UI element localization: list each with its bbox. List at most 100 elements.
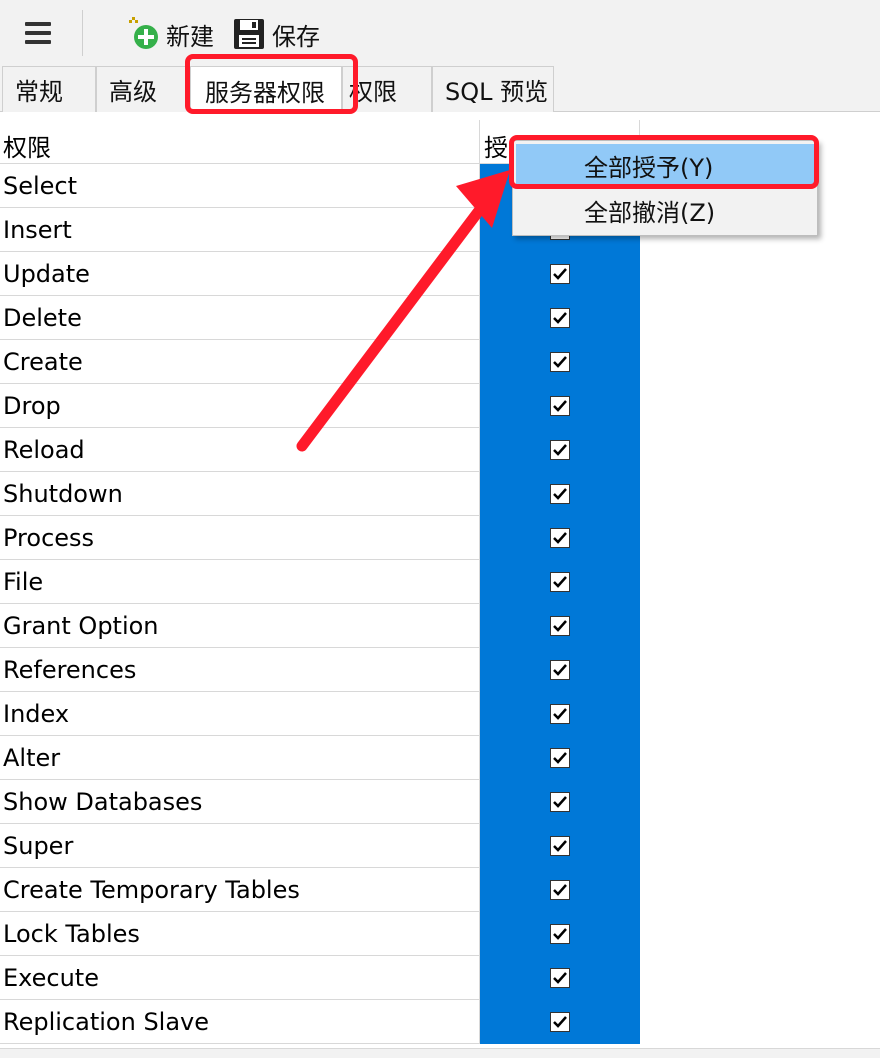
grant-checkbox[interactable] bbox=[550, 704, 570, 724]
grant-checkbox[interactable] bbox=[550, 836, 570, 856]
privilege-row[interactable]: Show Databases bbox=[0, 780, 640, 824]
toolbar-separator bbox=[82, 10, 83, 56]
privilege-name: Select bbox=[3, 172, 78, 200]
grant-cell[interactable] bbox=[479, 384, 640, 428]
grant-all-menu-item[interactable]: 全部授予(Y) bbox=[516, 144, 814, 186]
grant-cell[interactable] bbox=[479, 472, 640, 516]
privilege-name: Insert bbox=[3, 216, 72, 244]
tab-sql-preview[interactable]: SQL 预览 bbox=[432, 66, 554, 112]
grant-checkbox[interactable] bbox=[550, 352, 570, 372]
privilege-row[interactable]: Create bbox=[0, 340, 640, 384]
grant-cell[interactable] bbox=[479, 692, 640, 736]
checkmark-icon bbox=[553, 312, 567, 324]
grant-checkbox[interactable] bbox=[550, 528, 570, 548]
tab-privileges[interactable]: 权限 bbox=[342, 66, 432, 112]
grant-checkbox[interactable] bbox=[550, 396, 570, 416]
tab-label: SQL 预览 bbox=[445, 78, 549, 106]
privilege-name: Process bbox=[3, 524, 95, 552]
tab-label: 常规 bbox=[15, 78, 63, 106]
privileges-grid: 权限 授 Select Insert Update Delete Create Drop R… bbox=[0, 120, 640, 1044]
checkmark-icon bbox=[553, 400, 567, 412]
revoke-all-menu-item[interactable]: 全部撤消(Z) bbox=[516, 189, 814, 231]
checkmark-icon bbox=[553, 752, 567, 764]
grant-cell[interactable] bbox=[479, 296, 640, 340]
new-button-label: 新建 bbox=[166, 22, 214, 51]
grant-cell[interactable] bbox=[479, 736, 640, 780]
privilege-row[interactable]: Reload bbox=[0, 428, 640, 472]
privilege-name: Show Databases bbox=[3, 788, 203, 816]
checkmark-icon bbox=[553, 576, 567, 588]
privilege-row[interactable]: File bbox=[0, 560, 640, 604]
checkmark-icon bbox=[553, 1016, 567, 1028]
grant-cell[interactable] bbox=[479, 428, 640, 472]
privilege-row[interactable]: Index bbox=[0, 692, 640, 736]
privilege-row[interactable]: Lock Tables bbox=[0, 912, 640, 956]
privilege-row[interactable]: Alter bbox=[0, 736, 640, 780]
privilege-row[interactable]: Execute bbox=[0, 956, 640, 1000]
grant-checkbox[interactable] bbox=[550, 660, 570, 680]
checkmark-icon bbox=[553, 796, 567, 808]
checkmark-icon bbox=[553, 356, 567, 368]
privilege-name: Replication Slave bbox=[3, 1008, 210, 1036]
column-header-privilege[interactable]: 权限 bbox=[3, 128, 51, 163]
grant-checkbox[interactable] bbox=[550, 924, 570, 944]
save-button[interactable]: 保存 bbox=[232, 14, 320, 54]
privilege-row[interactable]: Delete bbox=[0, 296, 640, 340]
privilege-row[interactable]: Super bbox=[0, 824, 640, 868]
checkmark-icon bbox=[553, 532, 567, 544]
privilege-row[interactable]: Replication Slave bbox=[0, 1000, 640, 1044]
grant-cell[interactable] bbox=[479, 560, 640, 604]
privilege-name: Lock Tables bbox=[3, 920, 140, 948]
privilege-row[interactable]: Shutdown bbox=[0, 472, 640, 516]
grant-cell[interactable] bbox=[479, 340, 640, 384]
privilege-name: References bbox=[3, 656, 137, 684]
checkmark-icon bbox=[553, 972, 567, 984]
grant-cell[interactable] bbox=[479, 648, 640, 692]
grant-checkbox[interactable] bbox=[550, 572, 570, 592]
privilege-row[interactable]: Process bbox=[0, 516, 640, 560]
grant-checkbox[interactable] bbox=[550, 308, 570, 328]
checkmark-icon bbox=[553, 444, 567, 456]
checkmark-icon bbox=[553, 664, 567, 676]
privilege-row[interactable]: Grant Option bbox=[0, 604, 640, 648]
tab-advanced[interactable]: 高级 bbox=[96, 66, 190, 112]
grant-cell[interactable] bbox=[479, 252, 640, 296]
privilege-name: Execute bbox=[3, 964, 99, 992]
grant-checkbox[interactable] bbox=[550, 1012, 570, 1032]
privilege-name: Delete bbox=[3, 304, 82, 332]
new-button[interactable]: 新建 bbox=[126, 14, 214, 54]
grid-rows: Select Insert Update Delete Create Drop Reload… bbox=[0, 164, 640, 1044]
save-button-label: 保存 bbox=[272, 22, 320, 51]
tab-general[interactable]: 常规 bbox=[2, 66, 96, 112]
grant-cell[interactable] bbox=[479, 956, 640, 1000]
privilege-name: Create Temporary Tables bbox=[3, 876, 300, 904]
tab-server-privileges[interactable]: 服务器权限 bbox=[190, 66, 342, 113]
grant-checkbox[interactable] bbox=[550, 880, 570, 900]
grant-cell[interactable] bbox=[479, 516, 640, 560]
grant-checkbox[interactable] bbox=[550, 264, 570, 284]
privilege-name: Drop bbox=[3, 392, 61, 420]
grant-checkbox[interactable] bbox=[550, 792, 570, 812]
grant-checkbox[interactable] bbox=[550, 616, 570, 636]
grant-cell[interactable] bbox=[479, 780, 640, 824]
grant-cell[interactable] bbox=[479, 868, 640, 912]
privilege-name: Reload bbox=[3, 436, 85, 464]
grant-cell[interactable] bbox=[479, 912, 640, 956]
privilege-row[interactable]: References bbox=[0, 648, 640, 692]
checkmark-icon bbox=[553, 840, 567, 852]
grant-cell[interactable] bbox=[479, 604, 640, 648]
hamburger-menu-icon[interactable] bbox=[14, 12, 62, 56]
privilege-row[interactable]: Update bbox=[0, 252, 640, 296]
privilege-row[interactable]: Drop bbox=[0, 384, 640, 428]
privilege-name: Super bbox=[3, 832, 74, 860]
add-new-icon bbox=[129, 17, 158, 49]
grant-checkbox[interactable] bbox=[550, 968, 570, 988]
grant-checkbox[interactable] bbox=[550, 440, 570, 460]
tab-label: 高级 bbox=[109, 78, 157, 106]
grant-cell[interactable] bbox=[479, 824, 640, 868]
privilege-name: Create bbox=[3, 348, 83, 376]
grant-checkbox[interactable] bbox=[550, 748, 570, 768]
grant-checkbox[interactable] bbox=[550, 484, 570, 504]
privilege-row[interactable]: Create Temporary Tables bbox=[0, 868, 640, 912]
grant-cell[interactable] bbox=[479, 1000, 640, 1044]
